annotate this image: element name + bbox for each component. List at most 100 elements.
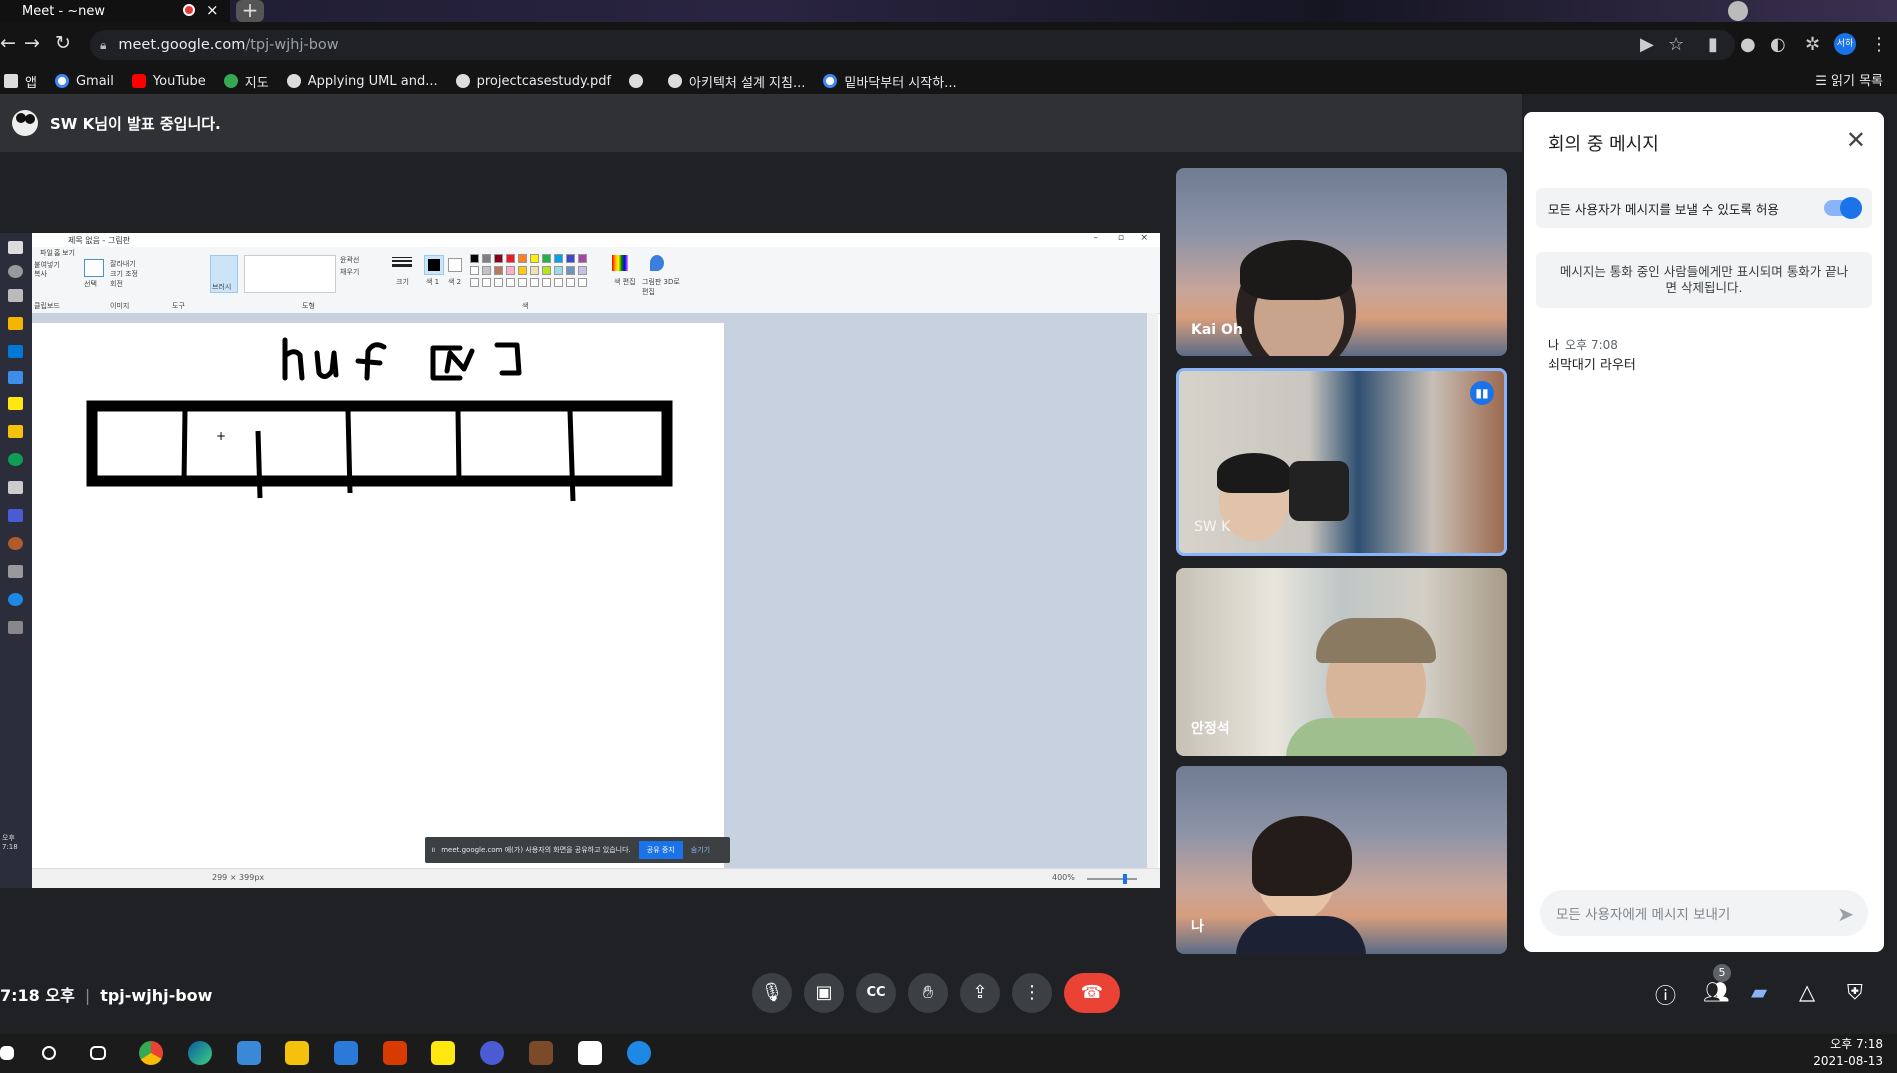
leave-call-button[interactable]: ☎︎ — [1064, 973, 1120, 1013]
participant-cap — [1316, 618, 1436, 663]
address-bar[interactable]: 🔒︎ meet.google.com /tpj-wjhj-bow — [90, 30, 1735, 60]
palette-swatch — [530, 254, 539, 263]
taskview-icon[interactable] — [90, 1046, 106, 1060]
back-icon[interactable]: ← — [0, 32, 16, 54]
participant-tile-self[interactable]: 나 — [1176, 766, 1507, 954]
allow-messages-toggle[interactable] — [1824, 197, 1862, 219]
start-icon[interactable] — [0, 1046, 14, 1060]
meeting-code: tpj-wjhj-bow — [100, 986, 213, 1005]
captions-button[interactable]: CC — [856, 973, 896, 1013]
mail-icon[interactable] — [334, 1041, 358, 1065]
bookmark-youtube[interactable]: YouTube — [131, 74, 206, 89]
puzzle-icon[interactable]: ✲ — [1805, 34, 1820, 55]
sidebar-clock: 오후 7:18 — [2, 834, 18, 851]
globe-icon — [286, 74, 301, 88]
message-sender: 나 — [1548, 338, 1560, 352]
palette-swatch-empty — [578, 278, 587, 287]
extension-icon[interactable]: ▮ — [1708, 34, 1718, 55]
more-options-button[interactable]: ⋮ — [1012, 973, 1052, 1013]
paint-canvas: + — [32, 323, 724, 868]
bookmark-star-icon[interactable]: ☆ — [1668, 34, 1684, 55]
tab-close-icon[interactable]: × — [206, 1, 219, 19]
notion-icon[interactable] — [578, 1041, 602, 1065]
chat-input[interactable]: 모든 사용자에게 메시지 보내기 ➤ — [1540, 890, 1868, 936]
camera-icon[interactable]: ▶ — [1640, 34, 1654, 55]
app-icon[interactable] — [480, 1041, 504, 1065]
palette-swatch — [530, 266, 539, 275]
host-controls-icon[interactable]: ⛨ — [1847, 980, 1863, 1005]
ribbon-label: 크기 조정 — [110, 270, 138, 278]
extension-icon[interactable]: ◐ — [1770, 34, 1786, 55]
google-icon — [823, 74, 838, 88]
paint-ribbon: 파일 홈 보기 붙여넣기 복사 잘라내기 크기 조정 회전 선택 브러시 윤곽선… — [32, 247, 1160, 314]
file-explorer-icon[interactable] — [285, 1041, 309, 1065]
raise-hand-button[interactable]: ✋︎ — [908, 973, 948, 1013]
info-icon[interactable]: ⓘ — [1655, 980, 1676, 1010]
participant-tile[interactable]: 안정석 — [1176, 568, 1507, 756]
reload-icon[interactable]: ↻ — [55, 32, 71, 54]
bookmark-uml[interactable]: Applying UML and... — [286, 74, 438, 89]
kakaotalk-icon[interactable] — [431, 1041, 455, 1065]
ribbon-label: 색 2 — [448, 278, 462, 286]
bookmark-untitled[interactable] — [629, 74, 650, 88]
store-icon[interactable] — [237, 1041, 261, 1065]
participant-hair — [1240, 240, 1352, 300]
chat-input-placeholder: 모든 사용자에게 메시지 보내기 — [1556, 907, 1731, 923]
bookmark-label: 앱 — [25, 75, 37, 91]
hand-icon: ✋︎ — [922, 982, 934, 1003]
bookmark-pdf[interactable]: projectcasestudy.pdf — [455, 73, 612, 89]
forward-icon[interactable]: → — [24, 32, 40, 54]
edge-icon[interactable] — [188, 1041, 212, 1065]
close-icon[interactable]: ✕ — [1846, 126, 1866, 154]
tab-search-icon[interactable] — [1728, 1, 1748, 21]
bookmark-label: projectcasestudy.pdf — [476, 73, 612, 89]
palette-swatch — [542, 266, 551, 275]
palette-swatch-empty — [506, 278, 515, 287]
camera-button[interactable]: ▣ — [804, 973, 844, 1013]
participant-hair — [1217, 453, 1291, 493]
bookmark-scratch[interactable]: 밑바닥부터 시작하... — [823, 72, 957, 91]
group-label: 클립보드 — [34, 302, 60, 310]
menu-icon[interactable]: ⋮ — [1870, 34, 1888, 55]
activities-icon[interactable]: △ — [1799, 980, 1815, 1004]
ribbon-tab-file: 파일 — [40, 249, 53, 257]
ribbon-label: 색 편집 — [614, 278, 636, 286]
select-icon — [84, 259, 104, 277]
hide-button: 숨기기 — [690, 846, 711, 854]
palette-swatch — [578, 254, 587, 263]
browser-tab[interactable]: Meet - ~new × — [0, 0, 230, 22]
search-icon[interactable] — [42, 1046, 56, 1060]
chrome-icon[interactable] — [139, 1041, 163, 1065]
edge-icon — [8, 453, 23, 466]
bookmark-architecture[interactable]: 아키텍처 설계 지침... — [668, 72, 805, 91]
profile-avatar[interactable]: 서하 — [1834, 33, 1856, 55]
extension-icon[interactable]: ● — [1740, 34, 1756, 55]
participant-tile[interactable]: Kai Oh — [1176, 168, 1507, 356]
mic-button[interactable]: 🎙︎ — [752, 973, 792, 1013]
windows-taskbar — [0, 1034, 1897, 1073]
chat-icon[interactable]: ▰ — [1751, 980, 1767, 1004]
reading-list-button[interactable]: ☰ 읽기 목록 — [1815, 70, 1883, 89]
bookmark-gmail[interactable]: Gmail — [54, 74, 114, 89]
app-icon — [8, 593, 23, 606]
chat-info-text: 메시지는 통화 중인 사람들에게만 표시되며 통화가 끝나면 삭제됩니다. — [1559, 264, 1849, 295]
game-icon[interactable] — [529, 1041, 553, 1065]
taskbar-date: 2021-08-13 — [1813, 1054, 1883, 1068]
palette-swatch — [506, 254, 515, 263]
office-icon[interactable] — [383, 1041, 407, 1065]
new-tab-button[interactable]: + — [236, 0, 264, 22]
video-icon: ▣ — [815, 982, 833, 1003]
present-button[interactable]: ⇪ — [960, 973, 1000, 1013]
app-icon[interactable] — [627, 1041, 651, 1065]
people-icon[interactable]: 👥︎ — [1703, 980, 1730, 1005]
paint-statusbar: 299 × 399px 400% — [32, 868, 1160, 888]
participant-name: Kai Oh — [1191, 322, 1243, 338]
taskbar-time: 오후 7:18 — [1830, 1037, 1883, 1051]
participant-tile-active[interactable]: ▮▮ SW K — [1176, 368, 1507, 556]
send-icon[interactable]: ➤ — [1837, 902, 1854, 926]
ribbon-tab-view: 보기 — [62, 249, 75, 257]
maximize-icon: ▫ — [1117, 233, 1124, 243]
bookmark-maps[interactable]: 지도 — [223, 72, 269, 91]
palette-swatch-empty — [494, 278, 503, 287]
bookmark-apps[interactable]: 앱 — [4, 72, 37, 91]
